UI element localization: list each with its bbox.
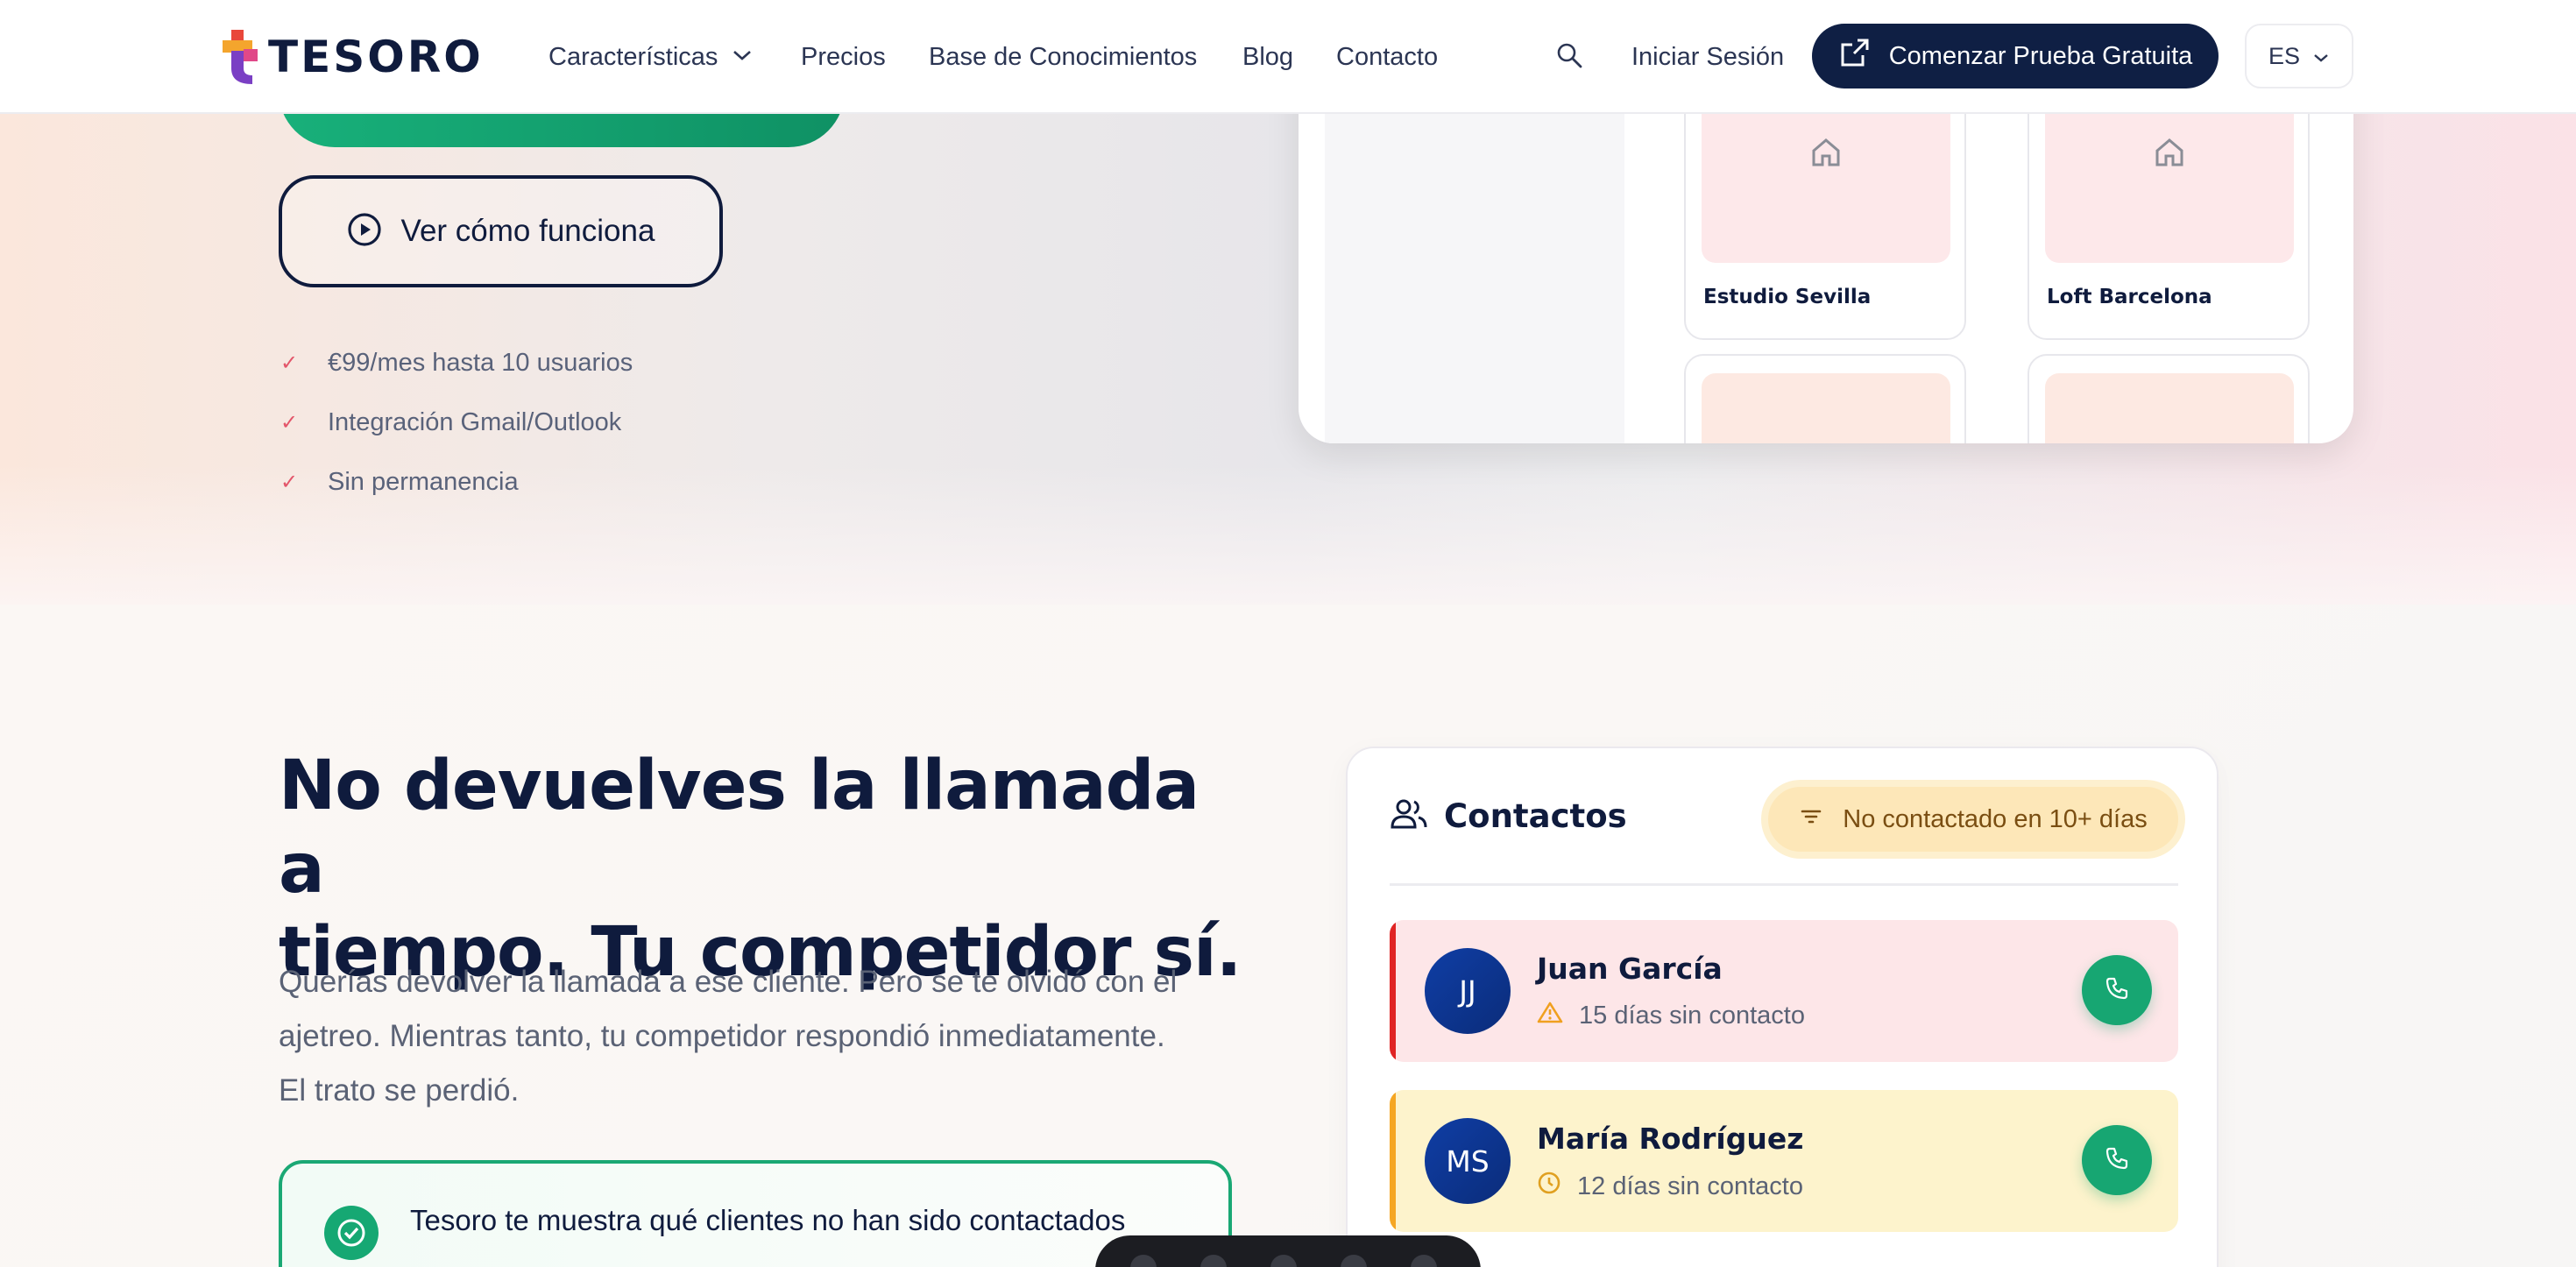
home-icon bbox=[1808, 135, 1844, 174]
nav-link-label[interactable]: Características bbox=[548, 43, 718, 72]
property-title: Loft Barcelona bbox=[2047, 286, 2212, 308]
toolbar-icon[interactable] bbox=[1200, 1255, 1227, 1267]
contacts-panel: Contactos No contactado en 10+ días JJ J… bbox=[1346, 747, 2219, 1267]
section-paragraph: Querías devolver la llamada a ese client… bbox=[279, 965, 1178, 1108]
search-icon bbox=[1554, 40, 1584, 74]
status-text: 15 días sin contacto bbox=[1579, 1001, 1805, 1030]
check-icon: ✓ bbox=[280, 350, 299, 375]
status-text: 12 días sin contacto bbox=[1577, 1171, 1803, 1200]
toolbar-icon[interactable] bbox=[1270, 1255, 1297, 1267]
benefit-item: ✓ Integración Gmail/Outlook bbox=[280, 407, 622, 436]
logo-wordmark: TESORO bbox=[268, 32, 484, 82]
nav-item-contacto[interactable]: Contacto bbox=[1336, 0, 1438, 114]
property-card[interactable] bbox=[1684, 354, 1966, 443]
solution-text: Tesoro te muestra qué clientes no han si… bbox=[410, 1204, 1126, 1236]
avatar: JJ bbox=[1425, 948, 1511, 1034]
nav-link-label[interactable]: Blog bbox=[1242, 43, 1293, 72]
top-navbar: TESORO Características Precios Base de C… bbox=[0, 0, 2576, 114]
check-icon: ✓ bbox=[280, 410, 299, 435]
home-icon bbox=[2152, 135, 2187, 174]
users-icon bbox=[1390, 797, 1428, 835]
phone-icon bbox=[2103, 1144, 2131, 1177]
divider bbox=[1390, 883, 2178, 886]
brand-logo[interactable]: TESORO bbox=[223, 28, 484, 86]
toolbar-icon[interactable] bbox=[1130, 1255, 1157, 1267]
phone-icon bbox=[2103, 974, 2131, 1007]
nav-item-blog[interactable]: Blog bbox=[1242, 0, 1293, 114]
contact-row[interactable]: JJ Juan García 15 días sin contacto bbox=[1390, 920, 2178, 1062]
warning-triangle-icon bbox=[1537, 1001, 1563, 1030]
start-trial-label: Comenzar Prueba Gratuita bbox=[1888, 41, 2193, 70]
filter-chip[interactable]: No contactado en 10+ días bbox=[1761, 780, 2185, 859]
watch-demo-button[interactable]: Ver cómo funciona bbox=[279, 175, 723, 287]
nav-item-precios[interactable]: Precios bbox=[801, 0, 886, 114]
play-circle-icon bbox=[347, 212, 382, 251]
nav-link-label[interactable]: Precios bbox=[801, 43, 886, 72]
urgency-indicator bbox=[1390, 920, 1396, 1062]
nav-item-base-conocimientos[interactable]: Base de Conocimientos bbox=[929, 0, 1197, 114]
language-code: ES bbox=[2268, 42, 2301, 69]
contact-name: Juan García bbox=[1537, 952, 1723, 986]
check-icon: ✓ bbox=[280, 470, 299, 494]
language-selector[interactable]: ES bbox=[2245, 24, 2353, 88]
chevron-down-icon bbox=[2312, 43, 2330, 70]
check-circle-icon bbox=[324, 1206, 379, 1260]
benefit-item: ✓ Sin permanencia bbox=[280, 467, 519, 496]
call-button[interactable] bbox=[2082, 955, 2152, 1025]
benefit-item: ✓ €99/mes hasta 10 usuarios bbox=[280, 348, 633, 377]
call-button[interactable] bbox=[2082, 1125, 2152, 1195]
filter-icon bbox=[1799, 805, 1823, 834]
property-image-placeholder bbox=[2045, 373, 2294, 443]
toolbar-icon[interactable] bbox=[1341, 1255, 1367, 1267]
property-card[interactable] bbox=[2028, 354, 2310, 443]
property-image-placeholder bbox=[1702, 373, 1950, 443]
signin-link[interactable]: Iniciar Sesión bbox=[1631, 0, 1784, 114]
contact-row[interactable]: MS María Rodríguez 12 días sin contacto bbox=[1390, 1090, 2178, 1232]
benefit-list: ✓ €99/mes hasta 10 usuarios ✓ Integración … bbox=[280, 333, 633, 512]
watch-demo-label: Ver cómo funciona bbox=[400, 214, 655, 248]
contact-status: 12 días sin contacto bbox=[1537, 1171, 1803, 1202]
contacts-header: Contactos bbox=[1390, 797, 1627, 835]
tesoro-logo-icon bbox=[223, 30, 258, 84]
solution-callout: Tesoro te muestra qué clientes no han si… bbox=[279, 1160, 1232, 1267]
contact-status: 15 días sin contacto bbox=[1537, 1001, 1805, 1030]
nav-link-label[interactable]: Contacto bbox=[1336, 43, 1438, 72]
external-link-icon bbox=[1838, 36, 1872, 76]
property-title: Estudio Sevilla bbox=[1703, 286, 1872, 308]
floating-toolbar[interactable] bbox=[1095, 1235, 1481, 1267]
contacts-title: Contactos bbox=[1444, 797, 1627, 835]
start-trial-button[interactable]: Comenzar Prueba Gratuita bbox=[1812, 24, 2219, 88]
urgency-indicator bbox=[1390, 1090, 1396, 1232]
clock-icon bbox=[1537, 1171, 1561, 1202]
chevron-down-icon bbox=[732, 48, 753, 67]
nav-link-label[interactable]: Base de Conocimientos bbox=[929, 43, 1197, 72]
search-button[interactable] bbox=[1554, 0, 1584, 114]
problem-section: No devuelves la llamada a tiempo. Tu com… bbox=[0, 605, 2576, 1267]
contact-name: María Rodríguez bbox=[1537, 1122, 1804, 1156]
toolbar-icon[interactable] bbox=[1411, 1255, 1437, 1267]
nav-item-caracteristicas[interactable]: Características bbox=[548, 0, 753, 114]
filter-label: No contactado en 10+ días bbox=[1843, 804, 2148, 833]
avatar: MS bbox=[1425, 1118, 1511, 1204]
